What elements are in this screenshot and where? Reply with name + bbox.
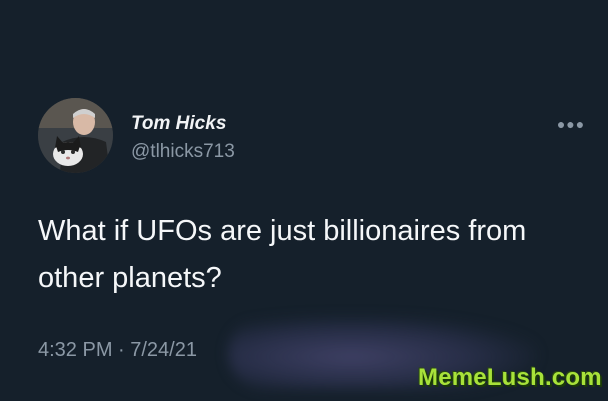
more-icon[interactable]: ●●● — [555, 114, 587, 134]
watermark: MemeLush.com — [418, 364, 602, 391]
avatar-photo — [38, 98, 113, 173]
tweet-timestamp[interactable]: 4:32 PM · 7/24/21 — [38, 339, 197, 362]
avatar[interactable] — [38, 98, 113, 173]
tweet-text: What if UFOs are just billionaires from … — [38, 215, 527, 294]
user-handle[interactable]: @tlhicks713 — [131, 141, 235, 163]
tweet-card: Tom Hicks @tlhicks713 ●●● What if UFOs a… — [0, 0, 608, 401]
display-name[interactable]: Tom Hicks — [131, 113, 226, 135]
